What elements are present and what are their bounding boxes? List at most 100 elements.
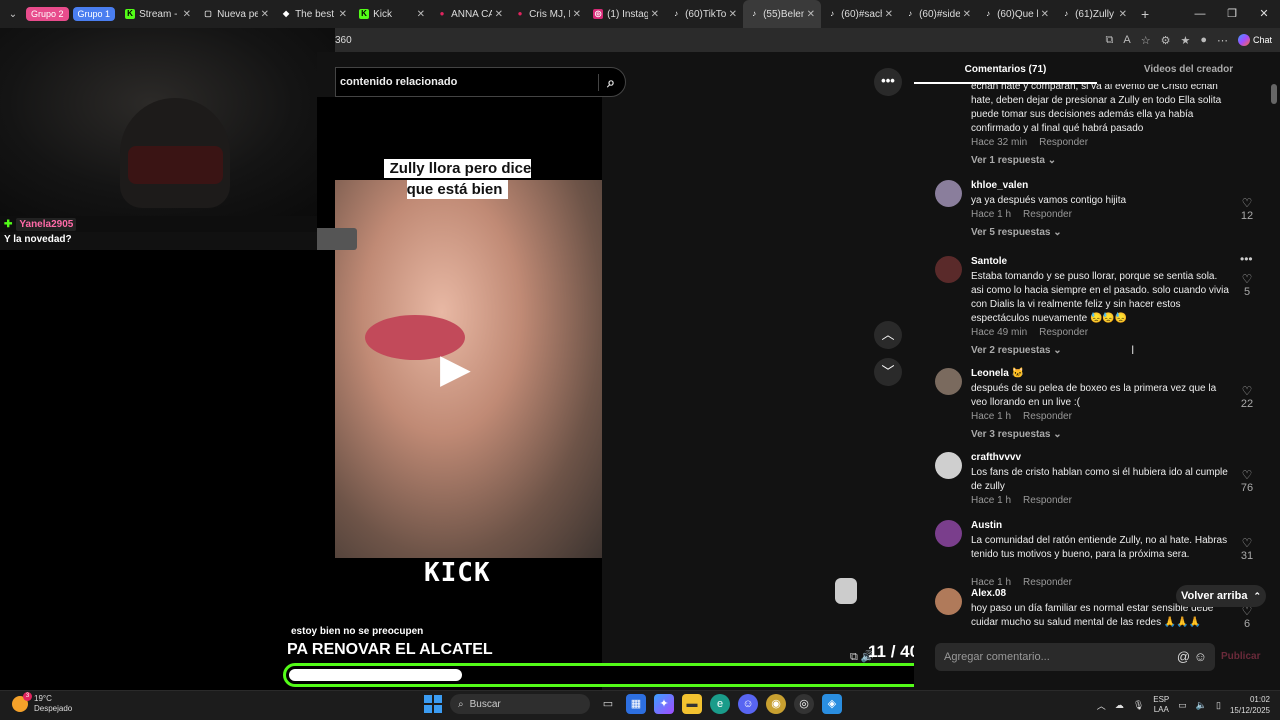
browser-tab[interactable]: ● ANNA CAR✕ [431, 0, 509, 28]
close-tab-icon[interactable]: ✕ [885, 9, 893, 20]
translate-icon[interactable]: A [1123, 34, 1130, 46]
close-tab-icon[interactable]: ✕ [807, 9, 815, 20]
onedrive-icon[interactable]: ☁ [1115, 700, 1124, 711]
new-tab-button[interactable]: + [1133, 6, 1157, 22]
comments-scrollbar[interactable] [1270, 84, 1278, 628]
close-tab-icon[interactable]: ✕ [1041, 9, 1049, 20]
close-tab-icon[interactable]: ✕ [183, 9, 191, 20]
back-to-top-button[interactable]: Volver arriba ⌃ [1176, 585, 1266, 607]
view-replies-button[interactable]: Ver 3 respuestas ⌄ [971, 429, 1062, 440]
close-tab-icon[interactable]: ✕ [417, 9, 425, 20]
taskbar-search[interactable]: ⌕ Buscar [450, 694, 590, 714]
favorites-icon[interactable]: ★ [1180, 34, 1190, 47]
comment-username[interactable]: Leonela 🐱 [971, 368, 1024, 379]
app-icon-yellow[interactable]: ◉ [766, 694, 786, 714]
close-tab-icon[interactable]: ✕ [573, 9, 581, 20]
file-explorer-icon[interactable]: ▬ [682, 694, 702, 714]
more-menu-icon[interactable]: ⋯ [1217, 34, 1228, 47]
more-options-button[interactable]: ••• [874, 68, 902, 96]
close-window-button[interactable]: ✕ [1248, 0, 1280, 28]
close-tab-icon[interactable]: ✕ [339, 9, 347, 20]
reply-button[interactable]: Responder [1023, 577, 1072, 588]
browser-tab[interactable]: ♪ (61)Zully (✕ [1055, 0, 1133, 28]
close-tab-icon[interactable]: ✕ [729, 9, 737, 20]
comment-username[interactable]: Santole [971, 256, 1007, 267]
browser-tab[interactable]: ● Cris MJ, Ka✕ [509, 0, 587, 28]
store-icon[interactable]: ▦ [626, 694, 646, 714]
tab-actions-menu[interactable]: ⌄ [0, 9, 26, 20]
browser-tab[interactable]: ♪ (60)#sider ✕ [899, 0, 977, 28]
maximize-button[interactable]: ❐ [1216, 0, 1248, 28]
scrollbar-thumb[interactable] [1271, 84, 1277, 104]
related-search-text[interactable]: contenido relacionado [340, 76, 457, 88]
like-heart-icon[interactable]: ♡ [1240, 536, 1254, 550]
app-icon-obs[interactable]: ◎ [794, 694, 814, 714]
comment-input[interactable]: Agregar comentario... @ ☺ [935, 643, 1215, 671]
comment-username[interactable]: Alex.08 [971, 588, 1006, 599]
close-tab-icon[interactable]: ✕ [495, 9, 503, 20]
reply-button[interactable]: Responder [1023, 495, 1072, 506]
play-icon[interactable]: ▶ [440, 347, 484, 391]
avatar[interactable] [935, 368, 962, 395]
browser-tab[interactable]: ♪ (60)TikTok✕ [665, 0, 743, 28]
volume-tray-icon[interactable]: 🔈 [1196, 700, 1207, 711]
tab-group-2[interactable]: Grupo 1 [72, 7, 116, 21]
view-replies-button[interactable]: Ver 5 respuestas ⌄ [971, 227, 1062, 238]
minimize-button[interactable]: — [1184, 0, 1216, 28]
view-replies-button[interactable]: Ver 1 respuesta ⌄ [971, 155, 1056, 166]
language-indicator[interactable]: ESP LAA [1153, 695, 1169, 715]
next-video-button[interactable]: ﹀ [874, 358, 902, 386]
edge-browser-icon[interactable]: e [710, 694, 730, 714]
reply-button[interactable]: Responder [1039, 137, 1088, 148]
close-tab-icon[interactable]: ✕ [1119, 9, 1127, 20]
discord-icon[interactable]: ☺ [738, 694, 758, 714]
search-icon[interactable]: ⌕ [598, 74, 615, 91]
like-heart-icon[interactable]: ♡ [1240, 468, 1254, 482]
reply-button[interactable]: Responder [1023, 411, 1072, 422]
previous-video-button[interactable]: ︿ [874, 321, 902, 349]
browser-tab[interactable]: ◎(1) Instagra✕ [587, 0, 665, 28]
comment-username[interactable]: khloe_valen [971, 180, 1028, 191]
favorite-star-icon[interactable]: ☆ [1141, 34, 1151, 47]
close-tab-icon[interactable]: ✕ [963, 9, 971, 20]
address-bar[interactable]: 360 ⧉ A ☆ ⚙ ★ ● ⋯ Chat [335, 28, 1280, 52]
windows-start-icon[interactable] [424, 695, 442, 713]
avatar[interactable] [935, 256, 962, 283]
comment-username[interactable]: Austin [971, 520, 1002, 531]
avatar[interactable] [935, 180, 962, 207]
avatar[interactable] [935, 452, 962, 479]
publish-button[interactable]: Publicar [1221, 651, 1260, 662]
weather-widget[interactable]: 3 19°C Despejado [12, 692, 72, 714]
avatar[interactable] [935, 520, 962, 547]
browser-tab[interactable]: ♪ (60)#sacha✕ [821, 0, 899, 28]
like-heart-icon[interactable]: ♡ [1240, 272, 1254, 286]
tab-group-1[interactable]: Grupo 2 [26, 7, 69, 21]
comment-placeholder[interactable]: Agregar comentario... [944, 651, 1050, 663]
profile-avatar[interactable]: ● [1200, 34, 1207, 46]
browser-tab[interactable]: ♪ (60)Que bu✕ [977, 0, 1055, 28]
reply-button[interactable]: Responder [1039, 327, 1088, 338]
copilot-app-icon[interactable]: ✦ [654, 694, 674, 714]
browser-tab[interactable]: ▢ Nueva pest✕ [197, 0, 275, 28]
network-icon[interactable]: ▭ [1178, 700, 1187, 711]
show-hidden-icons[interactable]: ︿ [1097, 699, 1106, 712]
task-view-icon[interactable]: ▭ [598, 694, 618, 714]
tab-creator-videos[interactable]: Videos del creador [1097, 60, 1280, 84]
like-heart-icon[interactable]: ♡ [1240, 384, 1254, 398]
open-in-app-icon[interactable]: ⧉ [1106, 34, 1114, 47]
related-search-box[interactable]: contenido relacionado ⌕ [335, 67, 626, 97]
close-tab-icon[interactable]: ✕ [651, 9, 659, 20]
copilot-chat-button[interactable]: Chat [1237, 34, 1272, 46]
tab-comments[interactable]: Comentarios (71) [914, 60, 1097, 84]
like-heart-icon[interactable]: ♡ [1240, 196, 1254, 210]
mention-emoji-icons[interactable]: @ ☺ [1177, 649, 1207, 664]
comment-options-icon[interactable]: ••• [1240, 252, 1253, 266]
extensions-icon[interactable]: ⚙ [1161, 34, 1171, 47]
app-icon-blue[interactable]: ◈ [822, 694, 842, 714]
reply-button[interactable]: Responder [1023, 209, 1072, 220]
browser-tab[interactable]: K Kick ✕ [353, 0, 431, 28]
battery-icon[interactable]: ▯ [1216, 700, 1221, 711]
close-tab-icon[interactable]: ✕ [261, 9, 269, 20]
browser-tab[interactable]: ◆ The best O✕ [275, 0, 353, 28]
comment-username[interactable]: crafthvvvv [971, 452, 1021, 463]
